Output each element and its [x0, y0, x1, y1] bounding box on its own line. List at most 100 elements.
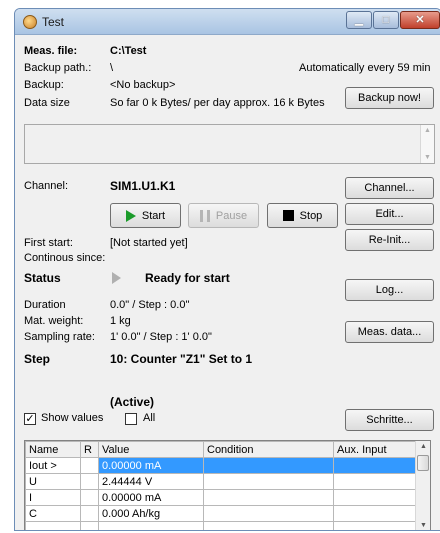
- show-values-label: Show values: [41, 412, 104, 424]
- edit-button[interactable]: Edit...: [345, 203, 434, 225]
- table-row[interactable]: Iout > 0.00000 mA: [25, 457, 418, 474]
- start-label: Start: [141, 209, 166, 222]
- meas-data-button[interactable]: Meas. data...: [345, 321, 434, 343]
- col-header-condition[interactable]: Condition: [203, 441, 334, 458]
- cell-empty[interactable]: [203, 521, 334, 530]
- cell-aux-input[interactable]: [333, 505, 418, 522]
- data-size-value: So far 0 k Bytes/ per day approx. 16 k B…: [110, 97, 325, 109]
- memo-scrollbar[interactable]: ▲ ▼: [420, 125, 434, 163]
- pause-label: Pause: [215, 209, 248, 222]
- log-button[interactable]: Log...: [345, 279, 434, 301]
- col-header-aux-input[interactable]: Aux. Input: [333, 441, 418, 458]
- cell-r[interactable]: [80, 505, 99, 522]
- first-start-label: First start:: [24, 237, 73, 249]
- cell-condition[interactable]: [203, 457, 334, 474]
- close-icon: ✕: [415, 14, 425, 26]
- backup-path-value: \: [110, 62, 114, 74]
- cell-empty[interactable]: [25, 521, 81, 530]
- continuous-since-label: Continous since:: [24, 252, 106, 264]
- sampling-rate-label: Sampling rate:: [24, 331, 95, 343]
- mat-weight-label: Mat. weight:: [24, 315, 84, 327]
- cell-condition[interactable]: [203, 473, 334, 490]
- channel-value: SIM1.U1.K1: [110, 179, 176, 193]
- minimize-button[interactable]: ▁: [346, 11, 372, 29]
- cell-name[interactable]: I: [25, 489, 81, 506]
- cell-r[interactable]: [80, 473, 99, 490]
- channel-button[interactable]: Channel...: [345, 177, 434, 199]
- table-row[interactable]: I 0.00000 mA: [25, 489, 418, 506]
- status-value: Ready for start: [145, 271, 230, 285]
- cell-name[interactable]: Iout >: [25, 457, 81, 474]
- col-header-value[interactable]: Value: [98, 441, 204, 458]
- all-label: All: [143, 412, 156, 424]
- meas-file-label: Meas. file:: [24, 45, 78, 57]
- play-icon: [125, 209, 136, 222]
- stop-label: Stop: [299, 209, 323, 222]
- scroll-down-icon[interactable]: ▼: [420, 522, 427, 529]
- schritte-button[interactable]: Schritte...: [345, 409, 434, 431]
- all-checkbox[interactable]: [125, 413, 137, 425]
- values-grid[interactable]: Name R Value Condition Aux. Input Iout >…: [24, 440, 431, 530]
- scroll-up-icon: ▲: [424, 127, 431, 134]
- table-row[interactable]: C 0.000 Ah/kg: [25, 505, 418, 522]
- pause-button[interactable]: Pause: [188, 203, 259, 228]
- scroll-down-icon: ▼: [424, 154, 431, 161]
- table-row[interactable]: [25, 521, 418, 530]
- stop-icon: [282, 210, 294, 221]
- cell-aux-input[interactable]: [333, 457, 418, 474]
- app-icon: [23, 15, 37, 29]
- first-start-value: [Not started yet]: [110, 237, 188, 249]
- active-indicator: (Active): [110, 395, 155, 409]
- step-label: Step: [24, 352, 51, 366]
- cell-condition[interactable]: [203, 505, 334, 522]
- duration-label: Duration: [24, 299, 66, 311]
- channel-label: Channel:: [24, 180, 69, 192]
- cell-value[interactable]: 0.00000 mA: [98, 457, 204, 474]
- col-header-name[interactable]: Name: [25, 441, 81, 458]
- backup-now-button[interactable]: Backup now!: [345, 87, 434, 109]
- cell-aux-input[interactable]: [333, 473, 418, 490]
- cell-name[interactable]: U: [25, 473, 81, 490]
- cell-condition[interactable]: [203, 489, 334, 506]
- cell-empty[interactable]: [80, 521, 99, 530]
- meas-file-value: C:\Test: [110, 45, 147, 57]
- minimize-icon: ▁: [354, 14, 364, 26]
- auto-backup-text: Automatically every 59 min: [299, 62, 431, 74]
- log-memo[interactable]: ▲ ▼: [24, 124, 435, 164]
- maximize-button[interactable]: □: [373, 11, 399, 29]
- cell-value[interactable]: 2.44444 V: [98, 473, 204, 490]
- backup-label: Backup:: [24, 79, 64, 91]
- show-values-checkbox[interactable]: ✓: [24, 413, 36, 425]
- window-title: Test: [42, 15, 65, 29]
- pause-icon: [199, 209, 210, 222]
- cell-r[interactable]: [80, 489, 99, 506]
- app-window: Test ▁ □ ✕ Meas. file: C:\Test Backup pa…: [14, 8, 440, 531]
- start-button[interactable]: Start: [110, 203, 181, 228]
- table-row[interactable]: U 2.44444 V: [25, 473, 418, 490]
- backup-path-label: Backup path.:: [24, 62, 92, 74]
- status-label: Status: [24, 271, 61, 285]
- cell-r[interactable]: [80, 457, 99, 474]
- cell-value[interactable]: 0.00000 mA: [98, 489, 204, 506]
- scroll-up-icon[interactable]: ▲: [420, 443, 427, 450]
- sampling-rate-value: 1' 0.0" / Step : 1' 0.0": [110, 331, 212, 343]
- cell-aux-input[interactable]: [333, 489, 418, 506]
- cell-empty[interactable]: [98, 521, 204, 530]
- close-button[interactable]: ✕: [400, 11, 440, 29]
- stop-button[interactable]: Stop: [267, 203, 338, 228]
- backup-value: <No backup>: [110, 79, 176, 91]
- scrollbar-thumb[interactable]: [417, 455, 429, 471]
- title-bar[interactable]: Test ▁ □ ✕: [15, 9, 440, 35]
- cell-value[interactable]: 0.000 Ah/kg: [98, 505, 204, 522]
- status-play-icon: [112, 272, 121, 284]
- reinit-button[interactable]: Re-Init...: [345, 229, 434, 251]
- cell-empty[interactable]: [333, 521, 418, 530]
- col-header-r[interactable]: R: [80, 441, 99, 458]
- mat-weight-value: 1 kg: [110, 315, 131, 327]
- main-panel: Meas. file: C:\Test Backup path.: \ Auto…: [15, 35, 440, 530]
- duration-value: 0.0" / Step : 0.0": [110, 299, 190, 311]
- step-value: 10: Counter "Z1" Set to 1: [110, 352, 253, 366]
- grid-scrollbar[interactable]: ▲ ▼: [415, 441, 430, 530]
- cell-name[interactable]: C: [25, 505, 81, 522]
- maximize-icon: □: [382, 14, 390, 26]
